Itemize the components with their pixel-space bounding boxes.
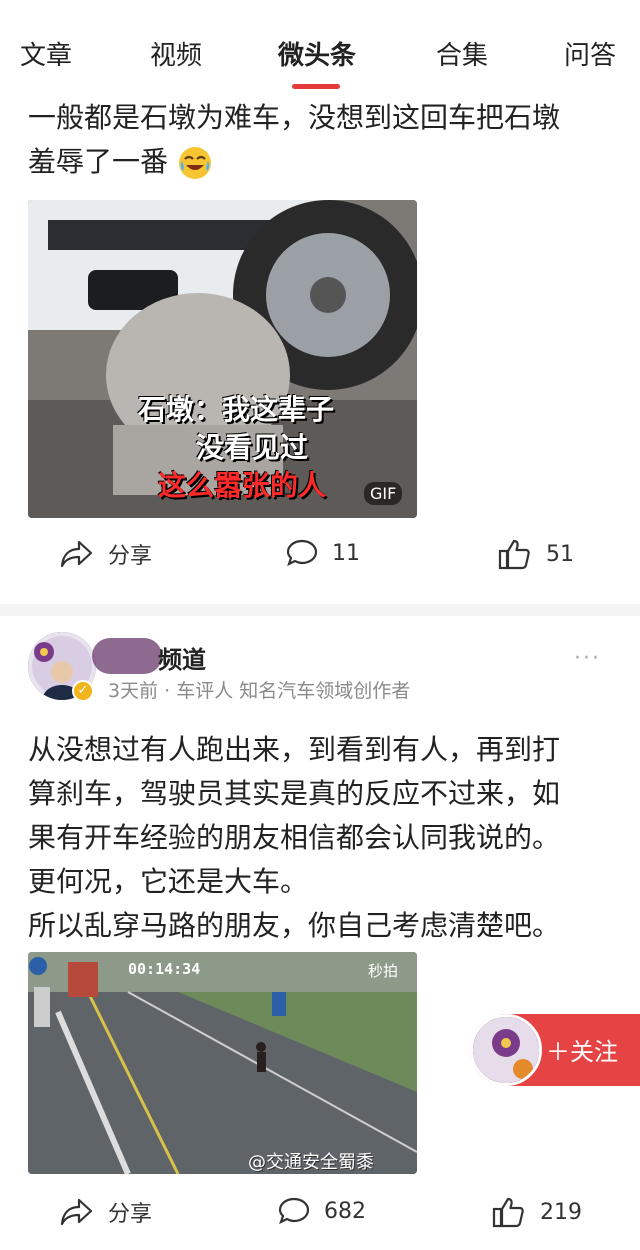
post-divider [0, 604, 640, 616]
like-count: 219 [540, 1199, 582, 1225]
post2-text-line: 更何况，它还是大车。 [28, 865, 309, 898]
author-title: 知名汽车领域创作者 [239, 680, 411, 702]
verified-badge-icon: ✓ [72, 680, 94, 702]
comment-icon [278, 1197, 310, 1225]
like-count: 51 [546, 541, 574, 567]
author-name-decoration [92, 638, 162, 674]
post2-text[interactable]: 从没想过有人跑出来，到看到有人，再到打 算刹车，驾驶员其实是真的反应不过来，如 … [28, 728, 618, 948]
video-watermark: @交通安全蜀黍 [248, 1152, 374, 1173]
post1-action-bar: 分享 11 51 [0, 538, 640, 578]
tab-articles[interactable]: 文章 [20, 36, 72, 76]
author-category: 车评人 [176, 680, 234, 702]
road-cctv-illustration [28, 952, 417, 1174]
gif-badge: GIF [364, 482, 403, 505]
follow-avatar [470, 1014, 542, 1086]
tab-qa[interactable]: 问答 [564, 36, 616, 76]
avatar-image [473, 1017, 539, 1083]
post1-text-line: 羞辱了一番 [28, 140, 618, 184]
post1-text-line: 一般都是石墩为难车，没想到这回车把石墩 [28, 101, 561, 134]
post2-text-line: 果有开车经验的朋友相信都会认同我说的。 [28, 821, 561, 854]
share-button[interactable]: 分享 [60, 538, 152, 570]
comment-count: 11 [332, 540, 360, 566]
share-icon [60, 1198, 93, 1226]
post2-text-line: 算刹车，驾驶员其实是真的反应不过来，如 [28, 777, 561, 810]
post-time: 3天前 [108, 680, 159, 702]
post2-action-bar: 分享 682 219 [0, 1196, 640, 1236]
comment-button[interactable]: 11 [286, 538, 360, 568]
video-timestamp: 00:14:34 [128, 960, 201, 978]
comment-count: 682 [324, 1198, 366, 1224]
more-options-button[interactable]: ··· [574, 646, 601, 671]
gif-caption: 石墩：我这辈子 [138, 393, 335, 426]
post2-video[interactable]: 00:14:34 秒拍 @交通安全蜀黍 [28, 952, 417, 1174]
active-tab-indicator [292, 84, 340, 89]
post-meta: 3天前 · 车评人 知名汽车领域创作者 [108, 680, 411, 702]
share-label: 分享 [108, 1202, 153, 1227]
post2-text-line: 从没想过有人跑出来，到看到有人，再到打 [28, 733, 561, 766]
post1-gif-image[interactable]: 石墩：我这辈子 没看见过 这么嚣张的人 GIF [28, 200, 417, 518]
tab-bar: 文章 视频 微头条 合集 问答 [0, 0, 640, 96]
laughing-crying-emoji-icon [177, 145, 213, 181]
gif-caption-red: 这么嚣张的人 [158, 469, 327, 502]
like-button[interactable]: 51 [498, 538, 574, 570]
comment-icon [286, 539, 318, 567]
post1-text[interactable]: 一般都是石墩为难车，没想到这回车把石墩 羞辱了一番 [28, 96, 618, 184]
share-icon [60, 540, 93, 568]
tab-micro-headlines[interactable]: 微头条 [278, 36, 356, 76]
share-label: 分享 [108, 544, 153, 569]
tab-collections[interactable]: 合集 [436, 36, 488, 76]
author-name[interactable]: 频道 [158, 640, 206, 675]
thumbs-up-icon [492, 1197, 524, 1228]
comment-button[interactable]: 682 [278, 1196, 366, 1226]
gif-caption: 没看见过 [196, 431, 309, 464]
like-button[interactable]: 219 [492, 1196, 582, 1228]
post2-text-line: 所以乱穿马路的朋友，你自己考虑清楚吧。 [28, 909, 561, 942]
thumbs-up-icon [498, 539, 530, 570]
tab-videos[interactable]: 视频 [150, 36, 202, 76]
follow-label: ＋关注 [546, 1038, 618, 1066]
video-logo: 秒拍 [368, 962, 399, 980]
share-button[interactable]: 分享 [60, 1196, 152, 1228]
